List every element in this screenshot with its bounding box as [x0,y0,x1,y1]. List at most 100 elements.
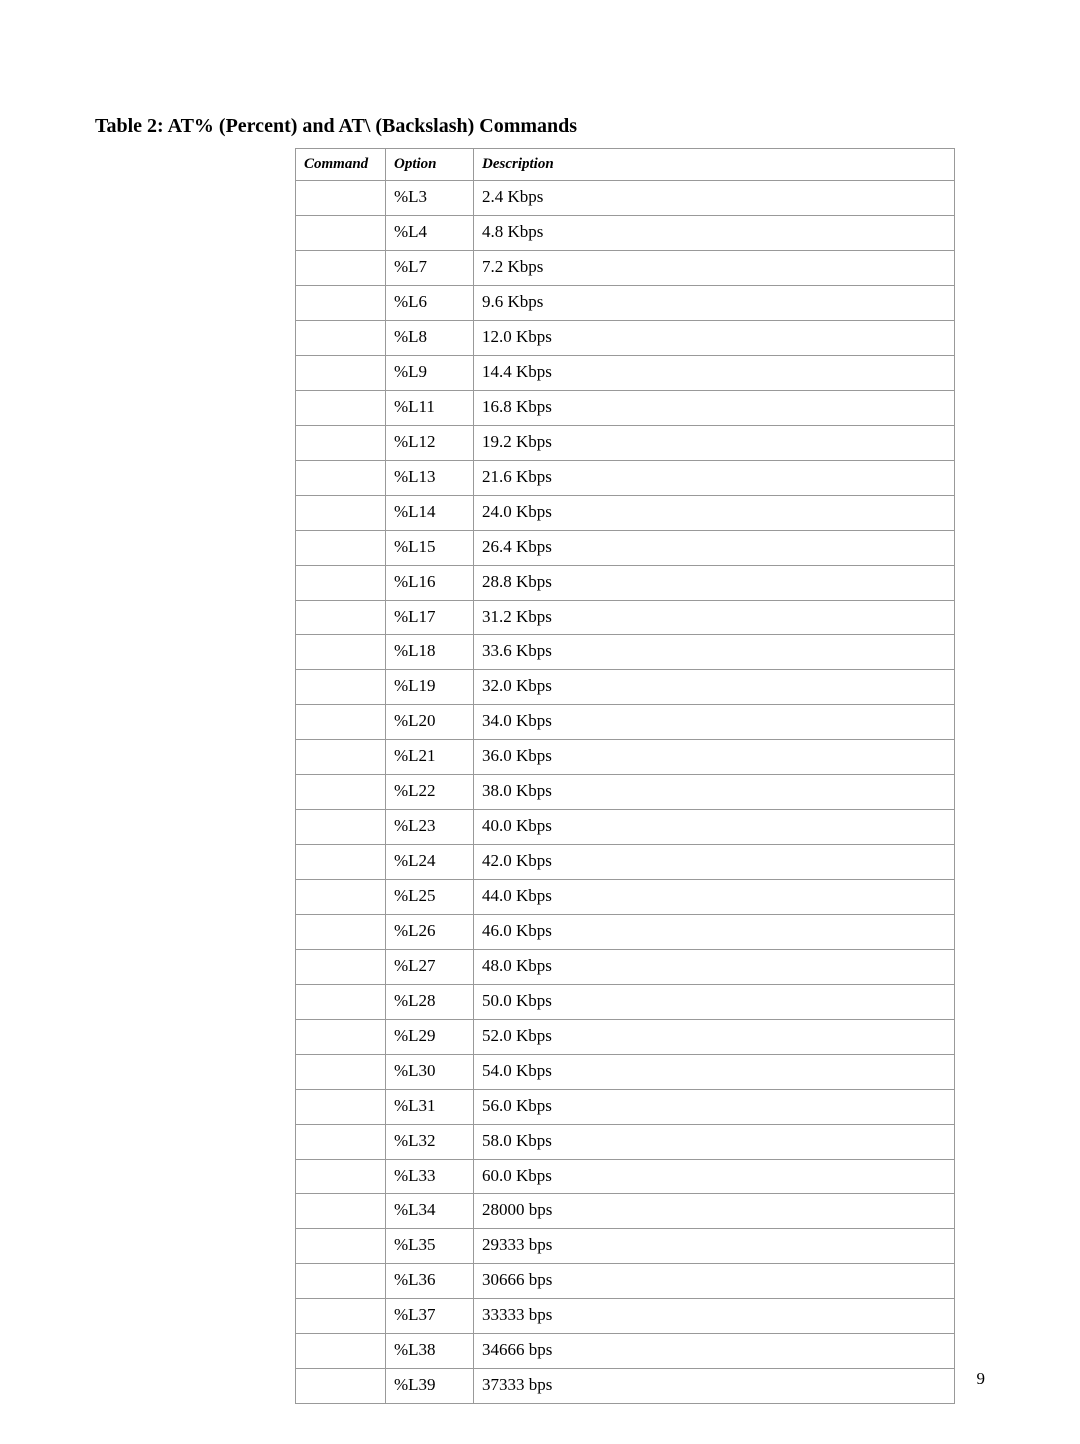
table-row: %L69.6 Kbps [296,286,955,321]
cell-command [296,355,386,390]
cell-option: %L4 [386,216,474,251]
table-header-row: Command Option Description [296,149,955,181]
cell-command [296,321,386,356]
cell-option: %L9 [386,355,474,390]
page: Table 2: AT% (Percent) and AT\ (Backslas… [0,0,1080,1444]
cell-command [296,1299,386,1334]
cell-option: %L22 [386,775,474,810]
cell-description: 19.2 Kbps [474,425,955,460]
cell-option: %L27 [386,949,474,984]
table-caption: Table 2: AT% (Percent) and AT\ (Backslas… [95,115,985,138]
table-row: %L2850.0 Kbps [296,984,955,1019]
cell-description: 60.0 Kbps [474,1159,955,1194]
cell-option: %L28 [386,984,474,1019]
cell-command [296,635,386,670]
table-row: %L2646.0 Kbps [296,914,955,949]
cell-description: 29333 bps [474,1229,955,1264]
header-option: Option [386,149,474,181]
cell-description: 50.0 Kbps [474,984,955,1019]
table-row: %L1526.4 Kbps [296,530,955,565]
cell-option: %L26 [386,914,474,949]
cell-option: %L3 [386,181,474,216]
cell-command [296,670,386,705]
table-row: %L3733333 bps [296,1299,955,1334]
cell-option: %L12 [386,425,474,460]
cell-command [296,984,386,1019]
cell-option: %L20 [386,705,474,740]
table-container: Command Option Description %L32.4 Kbps%L… [295,148,985,1404]
cell-command [296,251,386,286]
cell-description: 4.8 Kbps [474,216,955,251]
table-row: %L77.2 Kbps [296,251,955,286]
table-row: %L3360.0 Kbps [296,1159,955,1194]
cell-description: 33.6 Kbps [474,635,955,670]
table-row: %L1932.0 Kbps [296,670,955,705]
cell-option: %L33 [386,1159,474,1194]
cell-option: %L18 [386,635,474,670]
cell-description: 37333 bps [474,1369,955,1404]
cell-command [296,1264,386,1299]
cell-command [296,1019,386,1054]
cell-option: %L7 [386,251,474,286]
cell-command [296,425,386,460]
cell-command [296,880,386,915]
cell-description: 21.6 Kbps [474,460,955,495]
cell-description: 26.4 Kbps [474,530,955,565]
table-row: %L3834666 bps [296,1334,955,1369]
table-row: %L1731.2 Kbps [296,600,955,635]
cell-description: 32.0 Kbps [474,670,955,705]
cell-command [296,495,386,530]
cell-description: 24.0 Kbps [474,495,955,530]
cell-option: %L13 [386,460,474,495]
table-row: %L2952.0 Kbps [296,1019,955,1054]
cell-command [296,775,386,810]
table-row: %L2748.0 Kbps [296,949,955,984]
cell-command [296,216,386,251]
cell-description: 14.4 Kbps [474,355,955,390]
cell-command [296,705,386,740]
table-row: %L3054.0 Kbps [296,1054,955,1089]
page-number: 9 [977,1369,986,1389]
table-row: %L3258.0 Kbps [296,1124,955,1159]
table-row: %L1628.8 Kbps [296,565,955,600]
cell-option: %L6 [386,286,474,321]
cell-option: %L23 [386,810,474,845]
cell-command [296,390,386,425]
table-row: %L2238.0 Kbps [296,775,955,810]
cell-option: %L11 [386,390,474,425]
cell-description: 28000 bps [474,1194,955,1229]
table-row: %L32.4 Kbps [296,181,955,216]
header-command: Command [296,149,386,181]
table-row: %L1424.0 Kbps [296,495,955,530]
cell-command [296,600,386,635]
cell-description: 44.0 Kbps [474,880,955,915]
commands-table: Command Option Description %L32.4 Kbps%L… [295,148,955,1404]
cell-command [296,1159,386,1194]
cell-description: 2.4 Kbps [474,181,955,216]
table-row: %L1833.6 Kbps [296,635,955,670]
cell-command [296,530,386,565]
table-row: %L1219.2 Kbps [296,425,955,460]
cell-description: 33333 bps [474,1299,955,1334]
table-row: %L1116.8 Kbps [296,390,955,425]
cell-command [296,1054,386,1089]
cell-description: 7.2 Kbps [474,251,955,286]
cell-description: 58.0 Kbps [474,1124,955,1159]
cell-description: 54.0 Kbps [474,1054,955,1089]
cell-command [296,1124,386,1159]
cell-option: %L34 [386,1194,474,1229]
cell-command [296,1334,386,1369]
cell-command [296,845,386,880]
cell-option: %L30 [386,1054,474,1089]
table-row: %L914.4 Kbps [296,355,955,390]
cell-command [296,1369,386,1404]
cell-option: %L38 [386,1334,474,1369]
table-row: %L3630666 bps [296,1264,955,1299]
table-row: %L2034.0 Kbps [296,705,955,740]
cell-command [296,810,386,845]
cell-option: %L17 [386,600,474,635]
cell-option: %L21 [386,740,474,775]
table-row: %L3156.0 Kbps [296,1089,955,1124]
cell-description: 34666 bps [474,1334,955,1369]
cell-description: 36.0 Kbps [474,740,955,775]
